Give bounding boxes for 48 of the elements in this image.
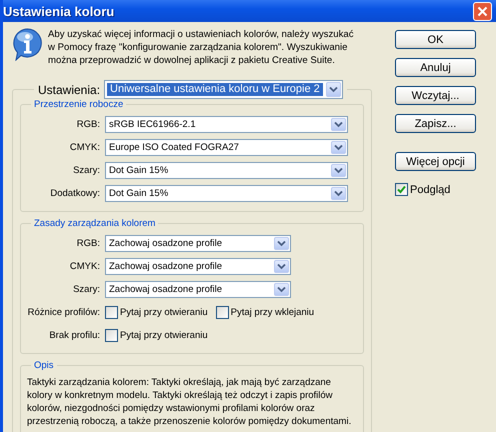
dialog-button[interactable]: Zapisz... xyxy=(395,114,476,133)
description-text: Taktyki zarządzania kolorem: Taktyki określają, jak mają być zarządzane kolory w konkretnym modelu. Taktyki określają też odczyt i zapis profilów kolorów, niezgodności pomiędzy wstawionymi profilami kolorów oraz przestrzenią roboczą, a także przenoszenie kolorów pomiędzy dokumentami. xyxy=(27,376,352,428)
dialog-button[interactable]: Więcej opcji xyxy=(395,152,476,171)
dropdown[interactable]: sRGB IEC61966-2.1 xyxy=(105,116,348,133)
checkbox[interactable] xyxy=(105,306,118,319)
checkbox[interactable] xyxy=(216,306,229,319)
group-title: Przestrzenie robocze xyxy=(33,99,124,110)
checkbox-label[interactable]: Pytaj przy otwieraniu xyxy=(120,330,208,341)
dropdown[interactable]: Dot Gain 15% xyxy=(105,185,348,202)
field-label: RGB: xyxy=(76,119,100,130)
checkbox-label[interactable]: Podgląd xyxy=(410,184,450,196)
close-button[interactable] xyxy=(473,2,492,20)
dropdown[interactable]: Europe ISO Coated FOGRA27 xyxy=(105,139,348,156)
field-label: Szary: xyxy=(72,165,100,176)
chevron-down-icon[interactable] xyxy=(274,237,289,250)
field-label: CMYK: xyxy=(68,142,100,153)
field-label: RGB: xyxy=(76,238,100,249)
field-label: CMYK: xyxy=(68,261,100,272)
chevron-down-icon[interactable] xyxy=(331,164,346,177)
field-label: Brak profilu: xyxy=(48,330,100,341)
chevron-down-icon[interactable] xyxy=(331,141,346,154)
dropdown[interactable]: Zachowaj osadzone profile xyxy=(105,281,291,298)
dialog-button[interactable]: Wczytaj... xyxy=(395,86,476,105)
checkbox[interactable] xyxy=(105,329,118,342)
chevron-down-icon[interactable] xyxy=(274,283,289,296)
ok-button[interactable]: OK xyxy=(395,30,476,49)
info-text: Aby uzyskać więcej informacji o ustawieniach kolorów, należy wyszukać w Pomocy frazę "konfigurowanie zarządzania kolorem". Wyszukiwanie można przeprowadzić w dowolnej aplikacji z pakietu Creative Suite. xyxy=(48,28,355,68)
window-title: Ustawienia koloru xyxy=(3,4,114,18)
field-label: Dodatkowy: xyxy=(49,188,100,199)
field-label: Ustawienia: xyxy=(38,82,100,96)
group-title: Zasady zarządzania kolorem xyxy=(33,218,156,229)
field-label: Szary: xyxy=(72,284,100,295)
dropdown[interactable]: Uniwersalne ustawienia koloru w Europie 2 xyxy=(104,80,343,99)
chevron-down-icon[interactable] xyxy=(326,82,341,97)
checkbox[interactable] xyxy=(395,183,408,196)
dropdown[interactable]: Zachowaj osadzone profile xyxy=(105,235,291,252)
chevron-down-icon[interactable] xyxy=(331,118,346,131)
field-label: Różnice profilów: xyxy=(27,307,100,318)
checkbox-label[interactable]: Pytaj przy wklejaniu xyxy=(230,307,314,318)
group-title: Opis xyxy=(33,360,55,371)
checkbox-label[interactable]: Pytaj przy otwieraniu xyxy=(120,307,208,318)
chevron-down-icon[interactable] xyxy=(331,187,346,200)
chevron-down-icon[interactable] xyxy=(274,260,289,273)
dialog-button[interactable]: Anuluj xyxy=(395,58,476,77)
dropdown[interactable]: Dot Gain 15% xyxy=(105,162,348,179)
close-icon xyxy=(477,6,488,16)
info-icon xyxy=(12,28,43,61)
dropdown[interactable]: Zachowaj osadzone profile xyxy=(105,258,291,275)
